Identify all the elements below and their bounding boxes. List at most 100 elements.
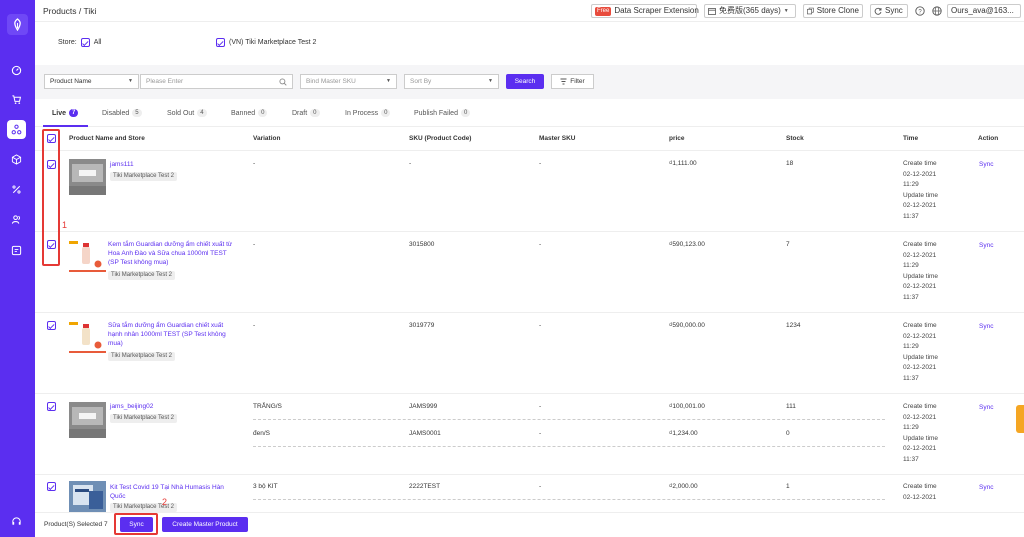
clone-icon (807, 7, 814, 15)
search-icon (279, 77, 287, 86)
store-tag: Tiki Marketplace Test 2 (108, 352, 176, 361)
tab-publish-failed-label: Publish Failed (414, 109, 458, 117)
variation-cell: đen/S (253, 430, 270, 437)
tab-draft[interactable]: Draft 0 (292, 109, 320, 117)
price-cell: ₫590,000.00 (669, 322, 705, 329)
tab-disabled[interactable]: Disabled 5 (102, 109, 142, 117)
chevron-down-icon: ▼ (128, 78, 133, 84)
create-time-value: 02-12-2021 11:29 (903, 170, 937, 189)
tab-publish-failed-count: 0 (460, 109, 471, 117)
create-master-product-button[interactable]: Create Master Product (162, 517, 248, 532)
product-name-link[interactable]: jams111 (110, 160, 235, 169)
row-sync-link[interactable]: Sync (979, 242, 993, 249)
nav-users-icon[interactable] (7, 210, 26, 229)
time-cell: Create time 02-12-2021 11:29 Update time… (903, 402, 953, 465)
sku-cell: 3015800 (409, 241, 435, 248)
store-all-label: All (93, 39, 102, 46)
data-scraper-button[interactable]: Free Data Scraper Extension (591, 4, 699, 18)
help-icon[interactable]: ? (915, 6, 925, 16)
update-time-value: 02-12-2021 11:37 (903, 364, 937, 382)
create-time-label: Create time (903, 483, 937, 490)
divider (35, 312, 1024, 313)
store-all-checkbox[interactable] (80, 38, 90, 47)
create-time-label: Create time (903, 403, 937, 410)
row-sync-link[interactable]: Sync (979, 161, 993, 168)
nav-message-icon[interactable] (7, 241, 26, 260)
row-checkbox[interactable] (47, 482, 56, 491)
search-input[interactable]: Please Enter (140, 74, 293, 89)
create-time-label: Create time (903, 160, 937, 167)
sku-cell: JAMS0001 (409, 430, 441, 437)
sku-cell: JAMS999 (409, 403, 438, 410)
row-sync-link[interactable]: Sync (979, 484, 993, 491)
product-name-link[interactable]: jams_beijing02 (110, 402, 235, 411)
tab-in-process[interactable]: In Process 0 (345, 109, 391, 117)
annotation-box-checkboxes (42, 129, 60, 266)
nav-box-icon[interactable] (7, 150, 26, 169)
tab-publish-failed[interactable]: Publish Failed 0 (414, 109, 471, 117)
plan-label: 免费版(365 days) (719, 6, 781, 15)
tab-draft-count: 0 (310, 109, 320, 117)
create-time-value: 02-12-2021 (903, 493, 937, 501)
tab-banned[interactable]: Banned 0 (231, 109, 268, 117)
column-sku: SKU (Product Code) (409, 135, 472, 142)
update-time-label: Update time (903, 353, 939, 361)
product-thumbnail (69, 402, 106, 438)
product-thumbnail (69, 481, 106, 512)
product-name-link[interactable]: Sữa tắm dưỡng ẩm Guardian chiết xuất hạn… (108, 321, 233, 348)
update-time-value: 02-12-2021 11:37 (903, 202, 937, 220)
logo-icon (14, 18, 21, 31)
divider (35, 150, 1024, 151)
selected-count: Product(S) Selected 7 (44, 521, 108, 528)
row-checkbox[interactable] (47, 321, 56, 330)
tab-disabled-count: 5 (132, 109, 142, 117)
globe-icon[interactable] (932, 6, 942, 16)
store-clone-label: Store Clone (816, 6, 859, 15)
nav-cart-icon[interactable] (7, 90, 26, 109)
search-button[interactable]: Search (506, 74, 544, 89)
product-thumbnail (69, 159, 106, 195)
store-checkbox[interactable] (216, 38, 225, 47)
time-cell: Create time 02-12-2021 (903, 482, 953, 503)
update-time-value: 02-12-2021 11:37 (903, 445, 937, 463)
filter-button[interactable]: Filter (551, 74, 594, 89)
price-cell: ₫590,123.00 (669, 241, 705, 248)
app-logo[interactable] (7, 14, 28, 35)
side-helper-tab[interactable] (1016, 405, 1024, 433)
row-sync-link[interactable]: Sync (979, 404, 993, 411)
support-headset-icon[interactable] (7, 512, 26, 531)
column-master-sku: Master SKU (539, 135, 576, 142)
tab-live-count: 7 (69, 109, 79, 117)
field-select-value: Product Name (50, 78, 92, 85)
tab-live[interactable]: Live 7 (52, 109, 79, 117)
master-sku-cell: - (539, 322, 542, 329)
nav-percent-icon[interactable] (7, 180, 26, 199)
variation-cell: TRẮNG/S (253, 403, 282, 410)
nav-dashboard-icon[interactable] (7, 61, 26, 80)
update-time-label: Update time (903, 191, 939, 199)
variation-cell: - (253, 241, 256, 248)
annotation-number-1: 1 (62, 220, 68, 230)
tab-sold-out[interactable]: Sold Out 4 (167, 109, 207, 117)
calendar-icon (708, 8, 716, 15)
user-menu[interactable]: Ours_ava@163... (947, 4, 1021, 18)
store-name-label: (VN) Tiki Marketplace Test 2 (229, 39, 317, 46)
product-thumbnail (69, 239, 106, 275)
product-name-link[interactable]: Kit Test Covid 19 Tại Nhà Humasis Hàn Qu… (110, 483, 235, 501)
price-cell: ₫1,111.00 (669, 160, 697, 167)
stock-cell: 7 (786, 241, 790, 248)
tab-disabled-label: Disabled (102, 109, 130, 117)
bind-master-sku-select[interactable]: Bind Master SKU ▼ (300, 74, 397, 89)
tab-live-label: Live (52, 109, 67, 117)
filter-label: Filter (570, 78, 585, 85)
column-stock: Stock (786, 135, 804, 142)
field-select[interactable]: Product Name ▼ (44, 74, 139, 89)
row-checkbox[interactable] (47, 402, 56, 411)
sort-by-select[interactable]: Sort By ▼ (404, 74, 499, 89)
store-clone-button[interactable]: Store Clone (803, 4, 863, 18)
product-name-link[interactable]: Kem tắm Guardian dưỡng ẩm chiết xuất từ … (108, 240, 233, 267)
plan-dropdown[interactable]: 免费版(365 days) ▼ (704, 4, 796, 18)
row-sync-link[interactable]: Sync (979, 323, 993, 330)
sync-all-button[interactable]: Sync (870, 4, 908, 18)
nav-products-icon[interactable] (7, 120, 26, 139)
